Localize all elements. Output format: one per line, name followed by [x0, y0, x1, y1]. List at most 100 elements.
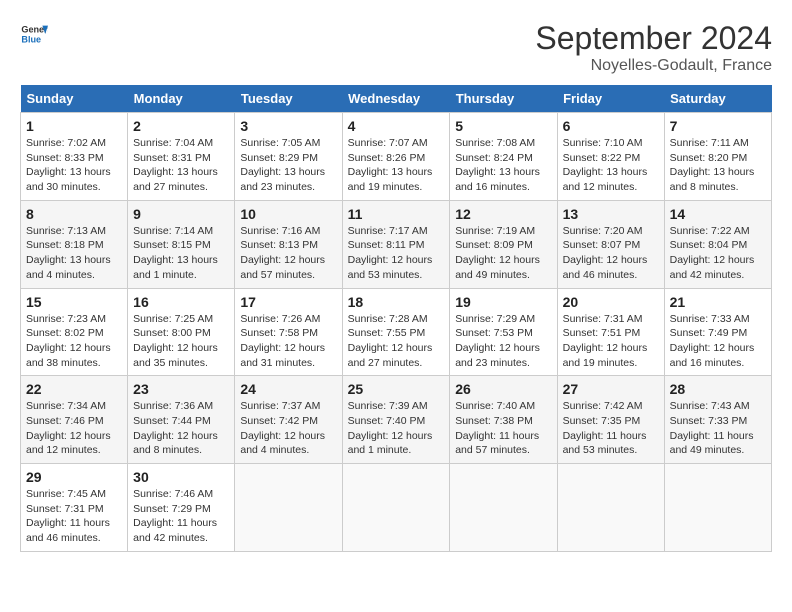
day-number: 5: [455, 118, 551, 134]
day-info: Sunrise: 7:29 AM Sunset: 7:53 PM Dayligh…: [455, 312, 551, 371]
day-number: 22: [26, 381, 122, 397]
day-number: 21: [670, 294, 766, 310]
day-info: Sunrise: 7:16 AM Sunset: 8:13 PM Dayligh…: [240, 224, 336, 283]
day-number: 12: [455, 206, 551, 222]
calendar-table: SundayMondayTuesdayWednesdayThursdayFrid…: [20, 85, 772, 552]
calendar-cell: 22 Sunrise: 7:34 AM Sunset: 7:46 PM Dayli…: [21, 376, 128, 464]
logo-icon: General Blue: [20, 20, 48, 48]
day-info: Sunrise: 7:17 AM Sunset: 8:11 PM Dayligh…: [348, 224, 445, 283]
calendar-cell: [557, 464, 664, 552]
day-info: Sunrise: 7:40 AM Sunset: 7:38 PM Dayligh…: [455, 399, 551, 458]
day-number: 11: [348, 206, 445, 222]
calendar-cell: 10 Sunrise: 7:16 AM Sunset: 8:13 PM Dayli…: [235, 200, 342, 288]
day-info: Sunrise: 7:34 AM Sunset: 7:46 PM Dayligh…: [26, 399, 122, 458]
page-header: General Blue September 2024 Noyelles-God…: [20, 20, 772, 75]
calendar-cell: 2 Sunrise: 7:04 AM Sunset: 8:31 PM Daylig…: [128, 113, 235, 201]
calendar-cell: 23Sunrise: 7:36 AM Sunset: 7:44 PM Dayli…: [128, 376, 235, 464]
day-info: Sunrise: 7:13 AM Sunset: 8:18 PM Dayligh…: [26, 224, 122, 283]
day-number: 4: [348, 118, 445, 134]
day-info: Sunrise: 7:23 AM Sunset: 8:02 PM Dayligh…: [26, 312, 122, 371]
day-number: 10: [240, 206, 336, 222]
day-number: 20: [563, 294, 659, 310]
day-info: Sunrise: 7:20 AM Sunset: 8:07 PM Dayligh…: [563, 224, 659, 283]
month-title: September 2024: [535, 20, 772, 57]
calendar-cell: 20Sunrise: 7:31 AM Sunset: 7:51 PM Dayli…: [557, 288, 664, 376]
day-info: Sunrise: 7:08 AM Sunset: 8:24 PM Dayligh…: [455, 136, 551, 195]
day-info: Sunrise: 7:02 AM Sunset: 8:33 PM Dayligh…: [26, 136, 122, 195]
calendar-week-row: 8 Sunrise: 7:13 AM Sunset: 8:18 PM Daylig…: [21, 200, 772, 288]
day-info: Sunrise: 7:42 AM Sunset: 7:35 PM Dayligh…: [563, 399, 659, 458]
calendar-cell: [235, 464, 342, 552]
calendar-cell: 13 Sunrise: 7:20 AM Sunset: 8:07 PM Dayli…: [557, 200, 664, 288]
location-subtitle: Noyelles-Godault, France: [535, 57, 772, 75]
day-info: Sunrise: 7:22 AM Sunset: 8:04 PM Dayligh…: [670, 224, 766, 283]
day-number: 25: [348, 381, 445, 397]
day-info: Sunrise: 7:05 AM Sunset: 8:29 PM Dayligh…: [240, 136, 336, 195]
title-block: September 2024 Noyelles-Godault, France: [535, 20, 772, 75]
calendar-cell: 24 Sunrise: 7:37 AM Sunset: 7:42 PM Dayli…: [235, 376, 342, 464]
day-number: 17: [240, 294, 336, 310]
calendar-cell: 12 Sunrise: 7:19 AM Sunset: 8:09 PM Dayli…: [450, 200, 557, 288]
day-number: 16: [133, 294, 229, 310]
day-number: 18: [348, 294, 445, 310]
day-info: Sunrise: 7:14 AM Sunset: 8:15 PM Dayligh…: [133, 224, 229, 283]
day-info: Sunrise: 7:11 AM Sunset: 8:20 PM Dayligh…: [670, 136, 766, 195]
calendar-cell: 8 Sunrise: 7:13 AM Sunset: 8:18 PM Daylig…: [21, 200, 128, 288]
weekday-header-friday: Friday: [557, 85, 664, 113]
day-info: Sunrise: 7:37 AM Sunset: 7:42 PM Dayligh…: [240, 399, 336, 458]
day-info: Sunrise: 7:19 AM Sunset: 8:09 PM Dayligh…: [455, 224, 551, 283]
day-number: 7: [670, 118, 766, 134]
day-info: Sunrise: 7:28 AM Sunset: 7:55 PM Dayligh…: [348, 312, 445, 371]
day-number: 26: [455, 381, 551, 397]
calendar-cell: 1 Sunrise: 7:02 AM Sunset: 8:33 PM Daylig…: [21, 113, 128, 201]
weekday-header-wednesday: Wednesday: [342, 85, 450, 113]
logo: General Blue: [20, 20, 48, 48]
weekday-header-monday: Monday: [128, 85, 235, 113]
calendar-cell: 30Sunrise: 7:46 AM Sunset: 7:29 PM Dayli…: [128, 464, 235, 552]
weekday-header-tuesday: Tuesday: [235, 85, 342, 113]
day-number: 6: [563, 118, 659, 134]
day-info: Sunrise: 7:36 AM Sunset: 7:44 PM Dayligh…: [133, 399, 229, 458]
day-number: 1: [26, 118, 122, 134]
calendar-cell: 6 Sunrise: 7:10 AM Sunset: 8:22 PM Daylig…: [557, 113, 664, 201]
calendar-cell: 11 Sunrise: 7:17 AM Sunset: 8:11 PM Dayli…: [342, 200, 450, 288]
day-number: 29: [26, 469, 122, 485]
weekday-header-sunday: Sunday: [21, 85, 128, 113]
day-info: Sunrise: 7:45 AM Sunset: 7:31 PM Dayligh…: [26, 487, 122, 546]
weekday-header-row: SundayMondayTuesdayWednesdayThursdayFrid…: [21, 85, 772, 113]
day-info: Sunrise: 7:04 AM Sunset: 8:31 PM Dayligh…: [133, 136, 229, 195]
calendar-cell: [342, 464, 450, 552]
calendar-cell: [664, 464, 771, 552]
weekday-header-thursday: Thursday: [450, 85, 557, 113]
weekday-header-saturday: Saturday: [664, 85, 771, 113]
calendar-cell: 16Sunrise: 7:25 AM Sunset: 8:00 PM Dayli…: [128, 288, 235, 376]
calendar-cell: 26 Sunrise: 7:40 AM Sunset: 7:38 PM Dayli…: [450, 376, 557, 464]
day-number: 27: [563, 381, 659, 397]
day-info: Sunrise: 7:39 AM Sunset: 7:40 PM Dayligh…: [348, 399, 445, 458]
day-number: 28: [670, 381, 766, 397]
day-info: Sunrise: 7:33 AM Sunset: 7:49 PM Dayligh…: [670, 312, 766, 371]
day-info: Sunrise: 7:43 AM Sunset: 7:33 PM Dayligh…: [670, 399, 766, 458]
day-number: 3: [240, 118, 336, 134]
calendar-cell: 5 Sunrise: 7:08 AM Sunset: 8:24 PM Daylig…: [450, 113, 557, 201]
calendar-cell: 29 Sunrise: 7:45 AM Sunset: 7:31 PM Dayli…: [21, 464, 128, 552]
calendar-cell: 15 Sunrise: 7:23 AM Sunset: 8:02 PM Dayli…: [21, 288, 128, 376]
day-number: 13: [563, 206, 659, 222]
calendar-cell: 9 Sunrise: 7:14 AM Sunset: 8:15 PM Daylig…: [128, 200, 235, 288]
calendar-cell: 27 Sunrise: 7:42 AM Sunset: 7:35 PM Dayli…: [557, 376, 664, 464]
svg-text:Blue: Blue: [21, 34, 41, 44]
day-info: Sunrise: 7:10 AM Sunset: 8:22 PM Dayligh…: [563, 136, 659, 195]
day-number: 2: [133, 118, 229, 134]
day-info: Sunrise: 7:26 AM Sunset: 7:58 PM Dayligh…: [240, 312, 336, 371]
day-number: 8: [26, 206, 122, 222]
day-number: 30: [133, 469, 229, 485]
calendar-week-row: 15 Sunrise: 7:23 AM Sunset: 8:02 PM Dayli…: [21, 288, 772, 376]
calendar-cell: 7 Sunrise: 7:11 AM Sunset: 8:20 PM Daylig…: [664, 113, 771, 201]
day-number: 24: [240, 381, 336, 397]
day-number: 9: [133, 206, 229, 222]
day-number: 15: [26, 294, 122, 310]
calendar-week-row: 22 Sunrise: 7:34 AM Sunset: 7:46 PM Dayli…: [21, 376, 772, 464]
calendar-cell: 14Sunrise: 7:22 AM Sunset: 8:04 PM Dayli…: [664, 200, 771, 288]
calendar-cell: 25 Sunrise: 7:39 AM Sunset: 7:40 PM Dayli…: [342, 376, 450, 464]
calendar-cell: 17 Sunrise: 7:26 AM Sunset: 7:58 PM Dayli…: [235, 288, 342, 376]
